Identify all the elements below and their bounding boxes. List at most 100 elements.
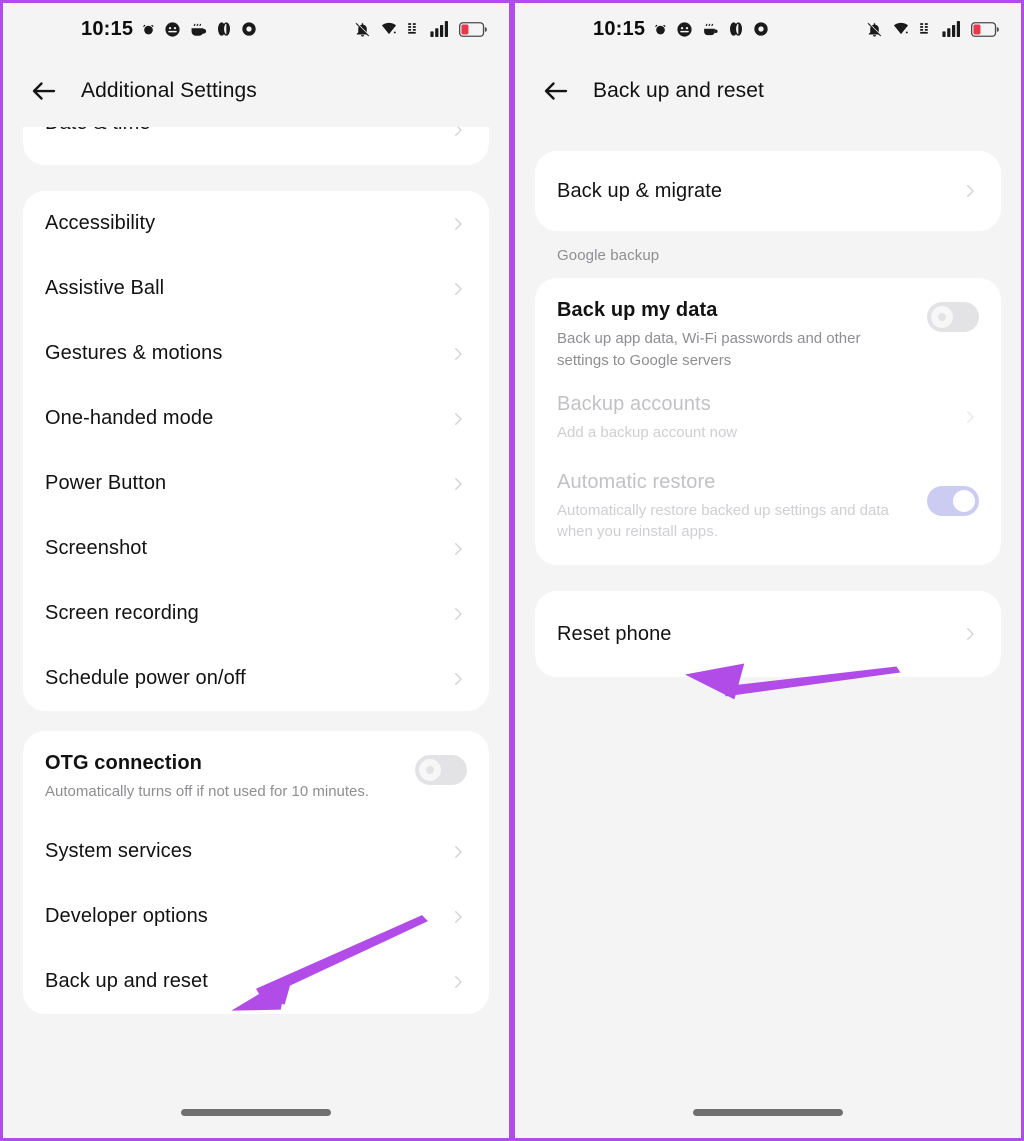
list-item-label: Reset phone xyxy=(557,622,672,645)
right-phone-screen: 10:15 Back up and reset Back up & migrat… xyxy=(512,0,1024,1141)
list-item-reset-phone[interactable]: Reset phone xyxy=(557,591,979,677)
row-texts: Backup accounts Add a backup account now xyxy=(557,392,961,444)
chevron-right-icon xyxy=(455,127,462,136)
row-texts: Automatic restore Automatically restore … xyxy=(557,470,927,544)
toggle-knob xyxy=(953,489,975,512)
vpn-icon xyxy=(920,23,928,34)
status-bar-right-cluster xyxy=(866,3,999,55)
list-item-automatic-restore[interactable]: Automatic restore Automatically restore … xyxy=(557,450,979,566)
status-time: 10:15 xyxy=(593,17,646,40)
list-item-screenshot[interactable]: Screenshot xyxy=(45,516,467,581)
list-item-subtitle: Add a backup account now xyxy=(557,423,738,441)
back-up-my-data-toggle[interactable] xyxy=(927,302,979,332)
card-reset-phone: Reset phone xyxy=(535,591,1001,677)
row-texts: Date & time xyxy=(45,127,449,136)
list-item-one-handed-mode[interactable]: One-handed mode xyxy=(45,386,467,451)
status-bar-left-cluster: 10:15 xyxy=(593,18,769,41)
list-item-label: Date & time xyxy=(45,127,433,136)
list-item-label: Screenshot xyxy=(45,537,148,559)
list-item-system-services[interactable]: System services xyxy=(45,819,467,884)
list-item-subtitle: Automatically turns off if not used for … xyxy=(45,783,370,800)
row-texts: OTG connection Automatically turns off i… xyxy=(45,751,415,803)
list-item-power-button[interactable]: Power Button xyxy=(45,451,467,516)
left-phone-screen: 10:15 Additional Settings Accessibility … xyxy=(0,0,512,1141)
list-item-schedule-power-on-off[interactable]: Schedule power on/off xyxy=(45,646,467,711)
list-item-accessibility[interactable]: Accessibility xyxy=(45,191,467,256)
automatic-restore-toggle[interactable] xyxy=(927,485,979,516)
list-item-screen-recording[interactable]: Screen recording xyxy=(45,581,467,646)
otg-connection-toggle[interactable] xyxy=(415,755,467,785)
list-item-backup-accounts[interactable]: Backup accounts Add a backup account now xyxy=(557,372,979,450)
row-texts: Back up and reset xyxy=(45,969,449,994)
list-item-otg-connection[interactable]: OTG connection Automatically turns off i… xyxy=(45,731,467,819)
alarm-icon xyxy=(143,24,154,34)
list-item-label: Gestures & motions xyxy=(45,342,223,364)
card-google-backup: Back up my data Back up app data, Wi-Fi … xyxy=(535,278,1001,565)
row-texts: Power Button xyxy=(45,471,449,496)
contrast-icon xyxy=(730,22,743,36)
row-texts: Developer options xyxy=(45,904,449,929)
contrast-icon xyxy=(218,22,231,36)
wifi-icon xyxy=(893,22,909,35)
app-bar-right: Back up and reset xyxy=(515,55,1021,127)
card-date-time: Date & time xyxy=(23,127,489,165)
list-item-back-up-my-data[interactable]: Back up my data Back up app data, Wi-Fi … xyxy=(557,278,979,372)
status-time: 10:15 xyxy=(81,17,134,40)
row-texts: Gestures & motions xyxy=(45,341,449,366)
vpn-icon xyxy=(408,23,416,34)
chevron-right-icon xyxy=(455,347,462,360)
chevron-right-icon xyxy=(455,975,462,988)
status-bar-left-cluster: 10:15 xyxy=(81,18,257,41)
list-item-assistive-ball[interactable]: Assistive Ball xyxy=(45,256,467,321)
card-additional-settings: Accessibility Assistive Ball Gestures & … xyxy=(23,191,489,711)
mute-bell-icon xyxy=(355,21,370,37)
card-system-bottom: OTG connection Automatically turns off i… xyxy=(23,731,489,1014)
wifi-icon xyxy=(381,22,397,35)
settings-scroll-right[interactable]: Back up & migrate Google backup Back up … xyxy=(515,127,1021,677)
dual-phone-screenshot: 10:15 Additional Settings Accessibility … xyxy=(0,0,1024,1141)
list-item-label: Screen recording xyxy=(45,602,199,624)
list-item-label: Back up and reset xyxy=(45,970,208,992)
settings-scroll-left[interactable]: Date & time Accessibility Assistive Ball xyxy=(3,127,509,1014)
list-item-back-up-and-reset[interactable]: Back up and reset xyxy=(45,949,467,1014)
chevron-right-icon xyxy=(455,910,462,923)
list-item-developer-options[interactable]: Developer options xyxy=(45,884,467,949)
back-arrow-icon[interactable] xyxy=(29,76,59,106)
app-bar-left: Additional Settings xyxy=(3,55,509,127)
signal-bars-icon xyxy=(942,21,960,37)
status-bar-right-cluster xyxy=(354,3,487,55)
status-bar-right: 10:15 xyxy=(515,3,1021,55)
list-item-gestures-motions[interactable]: Gestures & motions xyxy=(45,321,467,386)
chevron-right-icon xyxy=(455,282,462,295)
list-item-back-up-and-migrate[interactable]: Back up & migrate xyxy=(557,151,979,231)
row-texts: Assistive Ball xyxy=(45,276,449,301)
list-item-label: System services xyxy=(45,840,193,862)
chevron-right-icon xyxy=(455,672,462,685)
alarm-icon xyxy=(655,24,666,34)
chevron-right-icon xyxy=(455,542,462,555)
list-item-label: Back up my data xyxy=(557,299,718,321)
mute-bell-icon xyxy=(867,21,882,37)
smiley-icon xyxy=(165,21,180,37)
list-item-subtitle: Back up app data, Wi-Fi passwords and ot… xyxy=(557,330,861,369)
row-texts: System services xyxy=(45,839,449,864)
row-texts: Reset phone xyxy=(557,622,961,647)
row-texts: Schedule power on/off xyxy=(45,666,449,691)
chevron-right-icon xyxy=(967,628,974,640)
chevron-right-icon xyxy=(455,217,462,230)
list-item-label: Backup accounts xyxy=(557,392,711,415)
chevron-right-icon xyxy=(455,477,462,490)
list-item-date-time[interactable]: Date & time xyxy=(45,127,467,165)
toggle-knob xyxy=(419,759,441,781)
battery-low-icon xyxy=(971,21,999,37)
toggle-knob xyxy=(931,306,953,328)
coffee-icon xyxy=(704,23,718,35)
status-bar-left: 10:15 xyxy=(3,3,509,55)
section-label-google-backup: Google backup xyxy=(557,247,660,264)
list-item-label: One-handed mode xyxy=(45,407,214,429)
row-texts: One-handed mode xyxy=(45,406,449,431)
list-item-label: Developer options xyxy=(45,905,208,927)
back-arrow-icon[interactable] xyxy=(541,76,571,106)
list-item-label: Automatic restore xyxy=(557,470,716,493)
coffee-icon xyxy=(191,23,207,36)
